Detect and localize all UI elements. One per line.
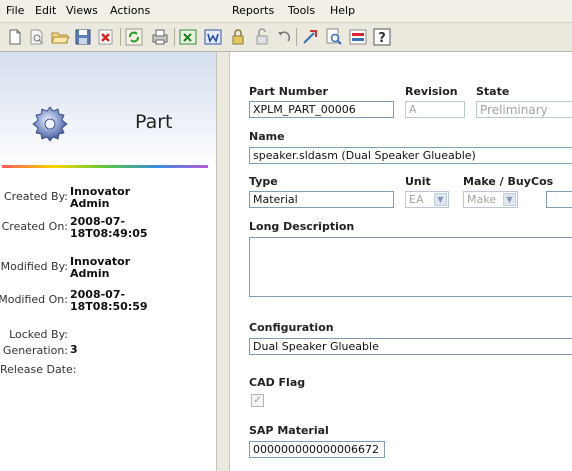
cost-label: Cos — [531, 175, 554, 188]
help-icon[interactable]: ? — [372, 27, 392, 47]
menu-edit[interactable]: Edit — [35, 4, 56, 17]
cad-flag-label: CAD Flag — [249, 376, 306, 389]
name-label: Name — [249, 130, 285, 143]
created-on-value: 2008-07-18T08:49:05 — [70, 215, 148, 240]
undo-icon[interactable] — [274, 27, 294, 47]
chevron-down-icon[interactable]: ▼ — [434, 193, 447, 206]
menu-bar: File Edit Views Actions Reports Tools He… — [0, 0, 572, 23]
refresh-icon[interactable] — [124, 27, 144, 47]
created-on-label: Created On: — [1, 220, 68, 233]
type-field[interactable]: Material — [249, 191, 394, 208]
unit-label: Unit — [405, 175, 431, 188]
created-by-label: Created By: — [4, 190, 68, 203]
save-icon[interactable] — [73, 27, 93, 47]
locked-by-label: Locked By: — [9, 328, 68, 341]
left-panel: Part Created By: Innovator Admin Created… — [0, 52, 216, 471]
report-icon[interactable] — [348, 27, 368, 47]
toolbar: ? — [0, 23, 572, 52]
modified-by-value: Innovator Admin — [70, 255, 131, 280]
configuration-field[interactable]: Dual Speaker Glueable — [249, 338, 572, 355]
print-preview-icon[interactable] — [27, 27, 47, 47]
sap-material-field[interactable]: 000000000000006672 — [249, 441, 385, 458]
make-buy-dropdown[interactable]: Make ▼ — [463, 191, 518, 208]
release-date-label: Release Date: — [0, 363, 77, 376]
long-description-textarea[interactable] — [249, 237, 572, 297]
menu-actions[interactable]: Actions — [110, 4, 150, 17]
checkmark-icon: ✓ — [253, 395, 262, 406]
cad-flag-checkbox[interactable]: ✓ — [251, 394, 264, 407]
make-buy-value: Make — [467, 193, 496, 206]
modified-by-label: Modified By: — [0, 260, 68, 273]
menu-reports[interactable]: Reports — [232, 4, 274, 17]
make-buy-label: Make / Buy — [463, 175, 531, 188]
new-document-icon[interactable] — [5, 27, 25, 47]
part-number-field[interactable]: XPLM_PART_00006 — [249, 101, 394, 118]
search-icon[interactable] — [324, 27, 344, 47]
modified-on-label: Modified On: — [0, 293, 68, 306]
state-field[interactable]: Preliminary — [476, 101, 572, 118]
promote-icon[interactable] — [300, 27, 320, 47]
cost-field[interactable] — [546, 191, 572, 208]
svg-text:?: ? — [378, 31, 386, 46]
unit-value: EA — [409, 193, 424, 206]
long-description-label: Long Description — [249, 220, 355, 233]
part-gear-icon — [30, 104, 70, 144]
menu-file[interactable]: File — [6, 4, 24, 17]
generation-label: Generation: — [2, 344, 68, 357]
revision-label: Revision — [405, 85, 458, 98]
word-icon[interactable] — [203, 27, 223, 47]
title-underline — [2, 165, 208, 168]
part-number-label: Part Number — [249, 85, 328, 98]
sap-material-label: SAP Material — [249, 424, 329, 437]
menu-views[interactable]: Views — [66, 4, 98, 17]
menu-help[interactable]: Help — [330, 4, 355, 17]
page-title: Part — [135, 111, 173, 133]
generation-value: 3 — [70, 343, 78, 356]
open-folder-icon[interactable] — [50, 27, 70, 47]
lock-icon[interactable] — [228, 27, 248, 47]
delete-icon[interactable] — [96, 27, 116, 47]
unit-dropdown[interactable]: EA ▼ — [405, 191, 449, 208]
chevron-down-icon[interactable]: ▼ — [503, 193, 516, 206]
state-label: State — [476, 85, 510, 98]
revision-field[interactable]: A — [405, 101, 465, 118]
unlock-icon[interactable] — [252, 27, 272, 47]
menu-tools[interactable]: Tools — [288, 4, 315, 17]
configuration-label: Configuration — [249, 321, 334, 334]
type-label: Type — [249, 175, 278, 188]
modified-on-value: 2008-07-18T08:50:59 — [70, 288, 148, 313]
name-field[interactable]: speaker.sldasm (Dual Speaker Glueable) — [249, 147, 572, 164]
created-by-value: Innovator Admin — [70, 185, 131, 210]
print-icon[interactable] — [150, 27, 170, 47]
panel-splitter[interactable] — [216, 52, 230, 471]
excel-icon[interactable] — [178, 27, 198, 47]
